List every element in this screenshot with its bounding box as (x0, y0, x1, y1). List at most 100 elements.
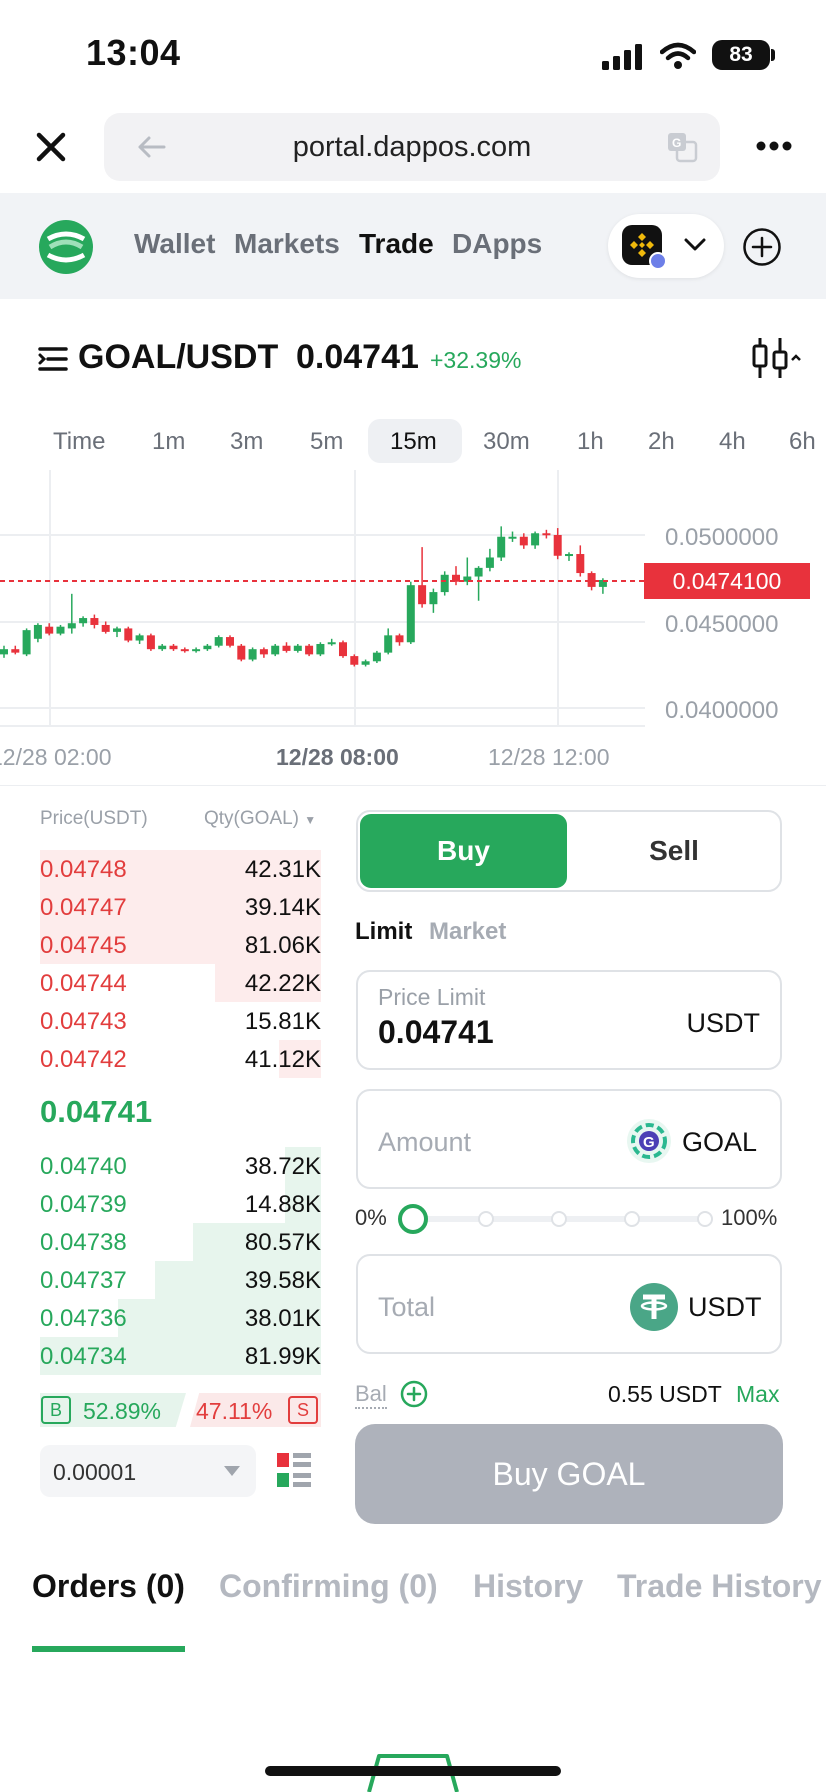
ask-row[interactable]: 0.04743 15.81K (40, 1002, 321, 1040)
svg-text:G: G (672, 136, 681, 150)
ask-row[interactable]: 0.04744 42.22K (40, 964, 321, 1002)
more-icon[interactable] (756, 139, 792, 153)
chart-settings-icon[interactable] (752, 336, 802, 380)
total-field[interactable]: Total USDT (356, 1254, 782, 1354)
slider-stop[interactable] (478, 1211, 494, 1227)
precision-select[interactable]: 0.00001 (40, 1445, 256, 1497)
pair-name[interactable]: GOAL/USDT (78, 338, 278, 377)
candle-body (440, 574, 449, 593)
wallet-selector[interactable] (608, 214, 724, 278)
timeframe-1h[interactable]: 1h (577, 428, 604, 456)
ask-row[interactable]: 0.04745 81.06K (40, 926, 321, 964)
candle-body (56, 626, 65, 634)
candle-body (90, 618, 99, 625)
translate-icon[interactable]: G (666, 131, 698, 163)
nav-wallet[interactable]: Wallet (134, 228, 215, 260)
sell-ratio: 47.11% (196, 1398, 273, 1424)
order-type-market[interactable]: Market (429, 918, 506, 946)
total-placeholder: Total (378, 1292, 436, 1322)
ask-row[interactable]: 0.04747 39.14K (40, 888, 321, 926)
nav-dapps[interactable]: DApps (452, 228, 542, 260)
candle-body (384, 635, 393, 653)
add-circle-icon[interactable] (742, 227, 782, 267)
ask-row[interactable]: 0.04748 42.31K (40, 850, 321, 888)
x-tick-label: 12/28 12:00 (488, 744, 610, 770)
bid-qty: 80.57K (244, 1229, 321, 1256)
candle-body (531, 533, 540, 546)
tab-confirming[interactable]: Confirming (0) (219, 1568, 438, 1605)
timeframe-15m[interactable]: 15m (390, 428, 437, 456)
timeframe-30m[interactable]: 30m (483, 428, 530, 456)
timeframe-5m[interactable]: 5m (310, 428, 343, 456)
ask-qty: 42.31K (244, 856, 321, 883)
tab-trade-history[interactable]: Trade History (617, 1568, 822, 1605)
nav-markets[interactable]: Markets (234, 228, 340, 260)
candle-body (305, 645, 314, 655)
balance-label[interactable]: Bal (355, 1381, 387, 1409)
bid-qty: 81.99K (244, 1343, 321, 1370)
orderbook-price-header: Price(USDT) (40, 808, 148, 829)
url-bar[interactable]: portal.dappos.com G (104, 113, 720, 181)
y-tick-label: 0.0500000 (665, 524, 778, 551)
caret-down-icon (224, 1466, 240, 1476)
buy-tab[interactable]: Buy (360, 814, 567, 888)
orderbook-qty-header[interactable]: Qty(GOAL) ▼ (204, 808, 316, 830)
bid-row[interactable]: 0.04740 38.72K (40, 1147, 321, 1185)
tab-history[interactable]: History (473, 1568, 583, 1605)
buy-goal-button[interactable]: Buy GOAL (355, 1424, 783, 1524)
candle-body (485, 557, 494, 568)
bid-row[interactable]: 0.04737 39.58K (40, 1261, 321, 1299)
y-tick-label: 0.0450000 (665, 611, 778, 638)
active-tab-underline (32, 1646, 185, 1652)
add-balance-icon[interactable] (400, 1380, 428, 1408)
bid-row[interactable]: 0.04738 80.57K (40, 1223, 321, 1261)
slider-min-label: 0% (355, 1205, 387, 1230)
layout-icon[interactable] (277, 1451, 313, 1489)
timeframe-1m[interactable]: 1m (152, 428, 185, 456)
candle-body (361, 661, 370, 665)
current-price-tag: 0.0474100 (644, 563, 810, 599)
dappos-logo[interactable] (38, 219, 94, 275)
timeframe-6h[interactable]: 6h (789, 428, 816, 456)
bid-row[interactable]: 0.04739 14.88K (40, 1185, 321, 1223)
candle-body (113, 628, 121, 632)
slider-handle[interactable] (398, 1204, 428, 1234)
timeframe-time[interactable]: Time (53, 428, 105, 456)
price-field[interactable]: Price Limit 0.04741 USDT (356, 970, 782, 1070)
nav-trade[interactable]: Trade (359, 228, 434, 260)
order-type-limit[interactable]: Limit (355, 918, 412, 946)
max-button[interactable]: Max (736, 1381, 779, 1408)
menu-list-icon[interactable] (38, 346, 68, 372)
candle-body (124, 628, 133, 641)
svg-text:G: G (643, 1134, 655, 1151)
slider-stop[interactable] (697, 1211, 713, 1227)
timeframe-2h[interactable]: 2h (648, 428, 675, 456)
bid-row[interactable]: 0.04734 81.99K (40, 1337, 321, 1375)
status-time: 13:04 (86, 32, 181, 73)
candle-body (22, 630, 31, 655)
timeframe-3m[interactable]: 3m (230, 428, 263, 456)
candle-body (67, 623, 76, 629)
close-icon[interactable] (34, 130, 68, 164)
candle-body (406, 585, 415, 643)
balance-value: 0.55 USDT (608, 1381, 722, 1407)
usdt-token-icon (630, 1283, 678, 1331)
slider-stop[interactable] (551, 1211, 567, 1227)
ask-qty: 42.22K (244, 970, 321, 997)
sell-tab[interactable]: Sell (570, 814, 778, 888)
candle-body (372, 652, 381, 662)
ask-row[interactable]: 0.04742 41.12K (40, 1040, 321, 1078)
bid-row[interactable]: 0.04736 38.01K (40, 1299, 321, 1337)
timeframe-4h[interactable]: 4h (719, 428, 746, 456)
amount-field[interactable]: Amount G GOAL (356, 1089, 782, 1189)
candle-body (542, 533, 551, 536)
slider-stop[interactable] (624, 1211, 640, 1227)
candle-body (259, 649, 268, 655)
bid-price: 0.04736 (40, 1305, 127, 1332)
pair-price: 0.04741 (296, 338, 419, 376)
tab-orders[interactable]: Orders (0) (32, 1568, 185, 1605)
candle-body (158, 645, 167, 650)
sell-badge: S (288, 1396, 318, 1424)
bid-price: 0.04739 (40, 1191, 127, 1218)
price-chart[interactable]: 0.0500000 0.0450000 0.0400000 12/28 02:0… (0, 470, 826, 786)
